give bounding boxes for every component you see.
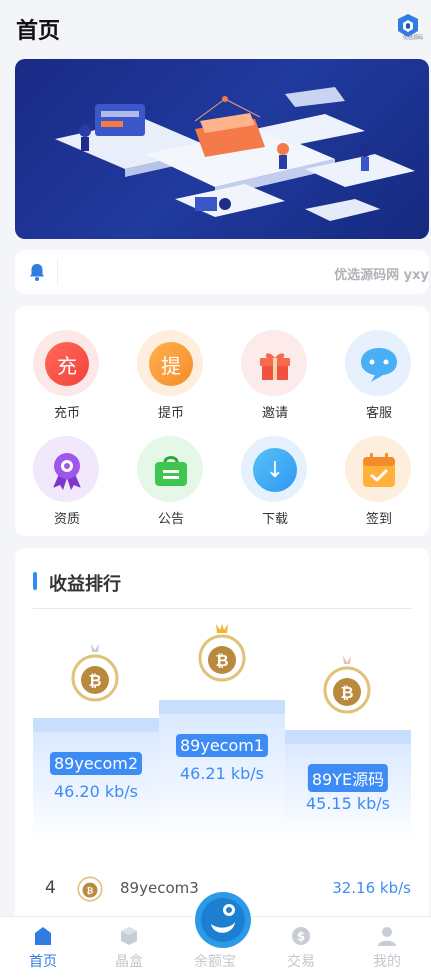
bag-icon: [155, 456, 187, 486]
podium-third: 89YE源码 45.15 kb/s: [285, 730, 411, 842]
menu-label: 签到: [365, 512, 392, 527]
gold-medal-icon: ₿: [198, 624, 246, 682]
coin-medal-icon: ₿: [77, 876, 103, 902]
bell-icon: [30, 264, 44, 281]
bronze-medal-icon: ₿: [323, 656, 371, 714]
calendar-check-icon: [363, 453, 395, 487]
menu-label: 提币: [157, 406, 184, 421]
tab-trade[interactable]: $ 交易: [258, 917, 344, 979]
gift-icon: [260, 353, 290, 380]
svg-text:₿: ₿: [88, 671, 101, 690]
section-accent-bar: [33, 572, 37, 590]
tab-home[interactable]: 首页: [0, 917, 86, 979]
banner-illustration: [55, 87, 415, 221]
recharge-icon: 充: [45, 342, 89, 386]
menu-item-recharge[interactable]: 充 充币: [15, 320, 119, 421]
center-action-button[interactable]: [193, 890, 253, 950]
quick-menu: 充 充币 提 提币 邀请 客服 资质 公告 ↓ 下载 签到: [15, 306, 429, 536]
rank-speed-first: 46.21 kb/s: [179, 764, 265, 783]
podium-top: [285, 730, 411, 744]
award-icon: [53, 453, 81, 490]
tab-label: 首页: [29, 954, 57, 970]
menu-label: 资质: [53, 512, 80, 527]
svg-text:₿: ₿: [87, 885, 94, 896]
promo-banner[interactable]: [15, 59, 429, 239]
menu-item-checkin[interactable]: 签到: [327, 426, 431, 527]
podium-second: 89yecom2 46.20 kb/s: [33, 718, 159, 842]
silver-medal-icon: ₿: [71, 644, 119, 702]
top-header: 首页 优选源码: [0, 0, 431, 56]
rank-name-second: 89yecom2: [49, 752, 143, 775]
menu-item-invite[interactable]: 邀请: [223, 320, 327, 421]
ranking-divider: [33, 608, 411, 609]
menu-item-download[interactable]: ↓ 下载: [223, 426, 327, 527]
menu-label: 邀请: [261, 406, 288, 421]
menu-label: 公告: [157, 512, 184, 527]
menu-label: 客服: [365, 406, 392, 421]
withdraw-icon: 提: [149, 342, 193, 386]
user-icon: [378, 927, 396, 946]
menu-label: 充币: [53, 406, 80, 421]
menu-item-announcement[interactable]: 公告: [119, 426, 223, 527]
podium-top: [159, 700, 285, 714]
tab-label: 余额宝: [194, 954, 236, 970]
notice-text: 优选源码网 yxy: [334, 268, 429, 283]
rank-speed: 32.16 kb/s: [332, 879, 411, 897]
logo-caption: 优选源码: [402, 35, 423, 41]
rank-name-first: 89yecom1: [175, 734, 269, 757]
rank-number: 4: [45, 878, 56, 898]
dollar-coin-icon: $: [292, 927, 310, 945]
rank-speed-third: 45.15 kb/s: [305, 794, 391, 813]
tab-label: 交易: [287, 954, 315, 970]
menu-item-qualification[interactable]: 资质: [15, 426, 119, 527]
svg-text:$: $: [297, 930, 305, 944]
svg-text:₿: ₿: [215, 651, 228, 670]
download-icon: ↓: [253, 448, 297, 492]
notice-divider: [57, 258, 58, 286]
menu-label: 下载: [261, 512, 288, 527]
menu-item-withdraw[interactable]: 提 提币: [119, 320, 223, 421]
podium-first: 89yecom1 46.21 kb/s: [159, 700, 285, 842]
menu-item-customer-service[interactable]: 客服: [327, 320, 431, 421]
rank-speed-second: 46.20 kb/s: [53, 782, 139, 801]
rank-name-third: 89YE源码: [307, 764, 389, 792]
ranking-title: 收益排行: [49, 574, 121, 595]
tab-profile[interactable]: 我的: [344, 917, 430, 979]
cube-icon: [121, 927, 137, 945]
podium-top: [33, 718, 159, 732]
balance-treasure-icon: [195, 892, 251, 948]
home-icon: [35, 927, 51, 945]
tab-label: 晶盒: [115, 954, 143, 970]
tab-box[interactable]: 晶盒: [86, 917, 172, 979]
page-title: 首页: [16, 19, 61, 44]
earnings-ranking: 收益排行 ₿ ₿ ₿ 89yecom2 46.20 kb/s 89yecom1 …: [15, 548, 429, 928]
announcement-bar[interactable]: 优选源码网 yxy: [15, 250, 429, 294]
chat-icon: [361, 348, 397, 382]
svg-text:₿: ₿: [340, 683, 353, 702]
rank-user-name: 89yecom3: [120, 879, 199, 897]
tab-label: 我的: [373, 954, 401, 970]
